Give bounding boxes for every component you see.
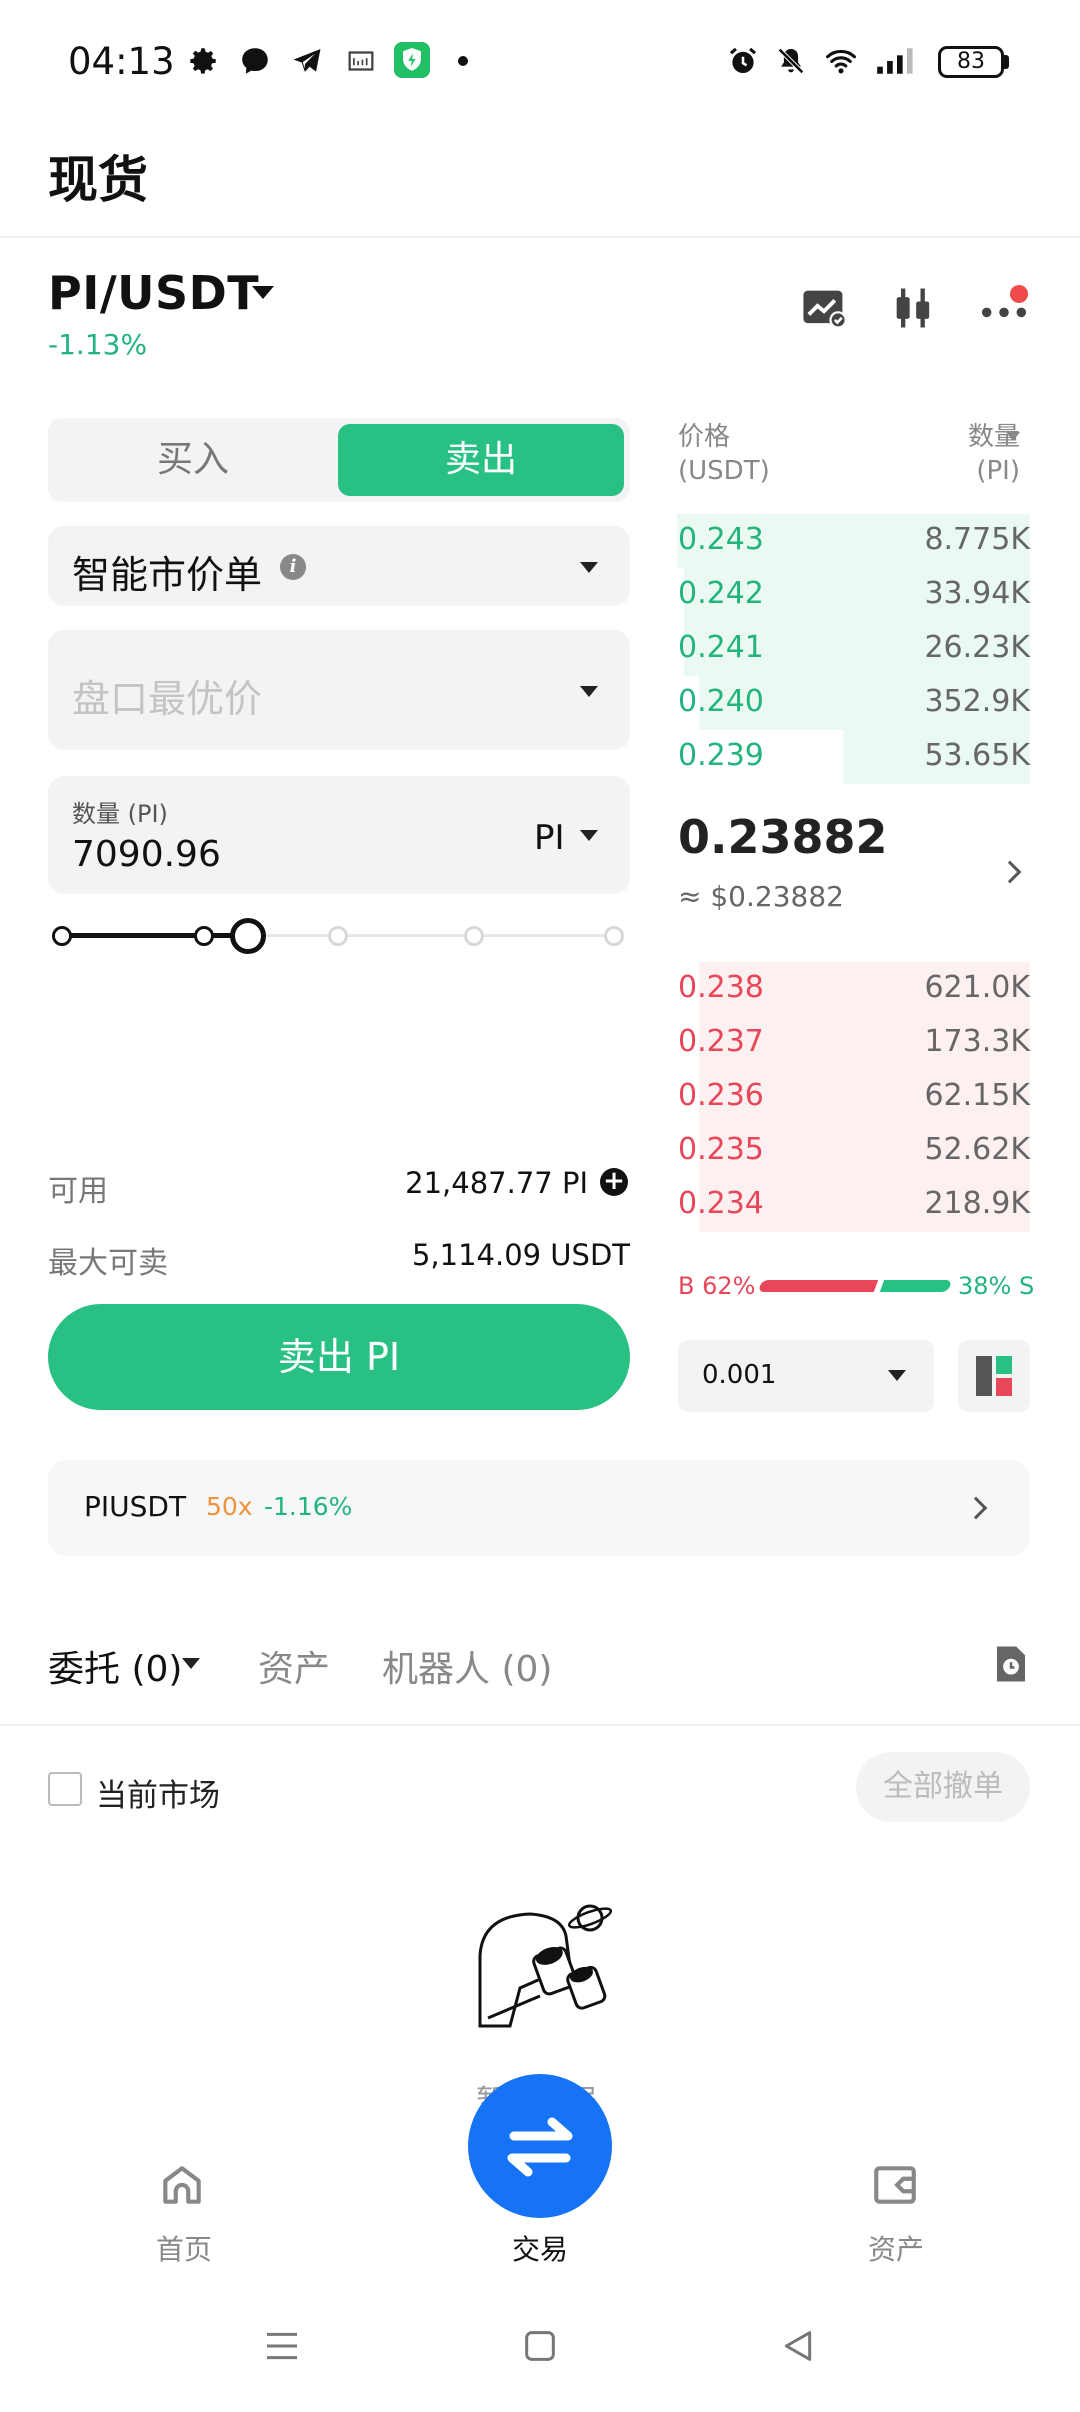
ob-qty-header[interactable]: 数量 (PI)	[900, 420, 1020, 488]
nav-trade-button[interactable]	[468, 2074, 612, 2218]
max-sell-label: 最大可卖	[48, 1246, 168, 1281]
buy-ratio-label: B 62%	[678, 1272, 756, 1300]
slider-node-3[interactable]	[464, 926, 484, 946]
battery-cap	[1004, 55, 1009, 69]
quantity-value[interactable]: 7090.96	[72, 834, 221, 875]
quantity-unit-select[interactable]: PI	[534, 818, 565, 858]
shield-app-icon	[394, 42, 430, 78]
perp-leverage: 50x	[206, 1492, 253, 1521]
battery-icon: 83	[938, 46, 1004, 78]
menu-icon[interactable]	[262, 2326, 302, 2366]
tabs-divider	[0, 1724, 1080, 1726]
bid-qty[interactable]: 621.0K	[700, 970, 1030, 1005]
ask-qty[interactable]: 33.94K	[700, 576, 1030, 611]
messenger-icon	[242, 48, 268, 74]
tab-assets[interactable]: 资产	[258, 1640, 330, 1692]
sell-submit-button[interactable]: 卖出 PI	[48, 1304, 630, 1410]
sell-ratio-bar	[879, 1280, 953, 1292]
tab-orders-caret-icon[interactable]	[182, 1658, 200, 1669]
ob-qty-header-unit: (PI)	[976, 456, 1020, 486]
quantity-slider-fill	[62, 933, 248, 938]
current-market-label: 当前市场	[96, 1778, 220, 1814]
max-sell-value: 5,114.09 USDT	[411, 1238, 630, 1272]
pair-dropdown-caret-icon[interactable]	[252, 286, 274, 299]
bell-off-icon	[778, 48, 804, 74]
order-history-icon[interactable]	[990, 1642, 1032, 1686]
price-placeholder: 盘口最优价	[72, 677, 263, 721]
gallery-icon	[348, 51, 374, 71]
ask-qty[interactable]: 8.775K	[700, 522, 1030, 557]
sell-tab[interactable]: 卖出	[338, 424, 624, 496]
ob-price-header: 价格 (USDT)	[678, 420, 770, 488]
perp-name: PIUSDT	[84, 1490, 187, 1523]
telegram-icon	[293, 48, 321, 72]
back-icon[interactable]	[778, 2326, 818, 2366]
ask-qty[interactable]: 26.23K	[700, 630, 1030, 665]
info-icon[interactable]: i	[280, 554, 306, 580]
order-type-caret-icon	[580, 562, 598, 573]
slider-node-4[interactable]	[604, 926, 624, 946]
precision-value: 0.001	[702, 1360, 777, 1390]
bid-qty[interactable]: 173.3K	[700, 1024, 1030, 1059]
quantity-slider-thumb[interactable]	[230, 918, 266, 954]
buy-ratio-bar	[757, 1280, 879, 1292]
status-time: 04:13	[68, 40, 175, 83]
ob-qty-header-label: 数量	[967, 422, 1020, 452]
available-value: 21,487.77 PI	[405, 1166, 588, 1200]
order-type-label: 智能市价单	[72, 553, 263, 597]
perp-banner[interactable]	[48, 1460, 1030, 1556]
available-label: 可用	[48, 1174, 108, 1209]
home-icon[interactable]	[156, 2160, 208, 2210]
slider-node-2[interactable]	[328, 926, 348, 946]
bid-qty[interactable]: 62.15K	[700, 1078, 1030, 1113]
wifi-icon	[825, 49, 857, 74]
ob-price-header-label: 价格	[678, 422, 731, 452]
cancel-all-button[interactable]: 全部撤单	[856, 1752, 1030, 1822]
chart-settings-icon[interactable]	[798, 282, 850, 334]
swap-icon	[507, 2117, 573, 2177]
add-funds-icon[interactable]: +	[600, 1168, 628, 1196]
price-caret-icon	[580, 686, 598, 697]
perp-change: -1.16%	[264, 1492, 353, 1521]
bid-qty[interactable]: 218.9K	[700, 1186, 1030, 1221]
notification-dot	[1010, 285, 1028, 303]
gear-icon	[190, 48, 216, 74]
sell-ratio-label: 38% S	[958, 1272, 1035, 1300]
slider-node-0[interactable]	[52, 926, 72, 946]
buy-tab[interactable]: 买入	[48, 418, 338, 502]
alarm-icon	[729, 47, 757, 74]
nav-trade-label[interactable]: 交易	[480, 2228, 600, 2268]
nav-assets-label[interactable]: 资产	[836, 2228, 956, 2268]
ob-qty-caret-icon	[1006, 432, 1020, 441]
pair-change: -1.13%	[48, 328, 148, 361]
precision-caret-icon	[888, 1370, 906, 1381]
tab-bots[interactable]: 机器人 (0)	[382, 1640, 552, 1692]
ask-qty[interactable]: 352.9K	[700, 684, 1030, 719]
signal-icon	[877, 48, 913, 74]
quantity-label: 数量 (PI)	[72, 800, 168, 828]
chevron-right-icon[interactable]	[998, 860, 1022, 884]
nav-home-label[interactable]: 首页	[124, 2228, 244, 2268]
dot-icon	[458, 56, 468, 66]
slider-node-1[interactable]	[194, 926, 214, 946]
last-price-usd: ≈ $0.23882	[678, 880, 844, 913]
current-market-checkbox[interactable]	[48, 1772, 82, 1806]
ask-qty[interactable]: 53.65K	[700, 738, 1030, 773]
tab-orders[interactable]: 委托 (0)	[48, 1640, 182, 1692]
bid-qty[interactable]: 52.62K	[700, 1132, 1030, 1167]
pair-symbol[interactable]: PI/USDT	[48, 266, 259, 320]
quantity-unit-caret-icon	[580, 830, 598, 841]
last-price: 0.23882	[678, 810, 888, 864]
header-divider	[0, 236, 1080, 238]
orderbook-layout-button[interactable]	[958, 1340, 1030, 1412]
home-square-icon[interactable]	[520, 2326, 560, 2366]
empty-state-illustration	[478, 1904, 613, 2028]
wallet-icon[interactable]	[868, 2160, 922, 2210]
ob-price-header-unit: (USDT)	[678, 456, 770, 486]
layout-icon	[976, 1356, 1012, 1396]
page-title: 现货	[48, 151, 148, 209]
candlestick-icon[interactable]	[888, 282, 940, 334]
